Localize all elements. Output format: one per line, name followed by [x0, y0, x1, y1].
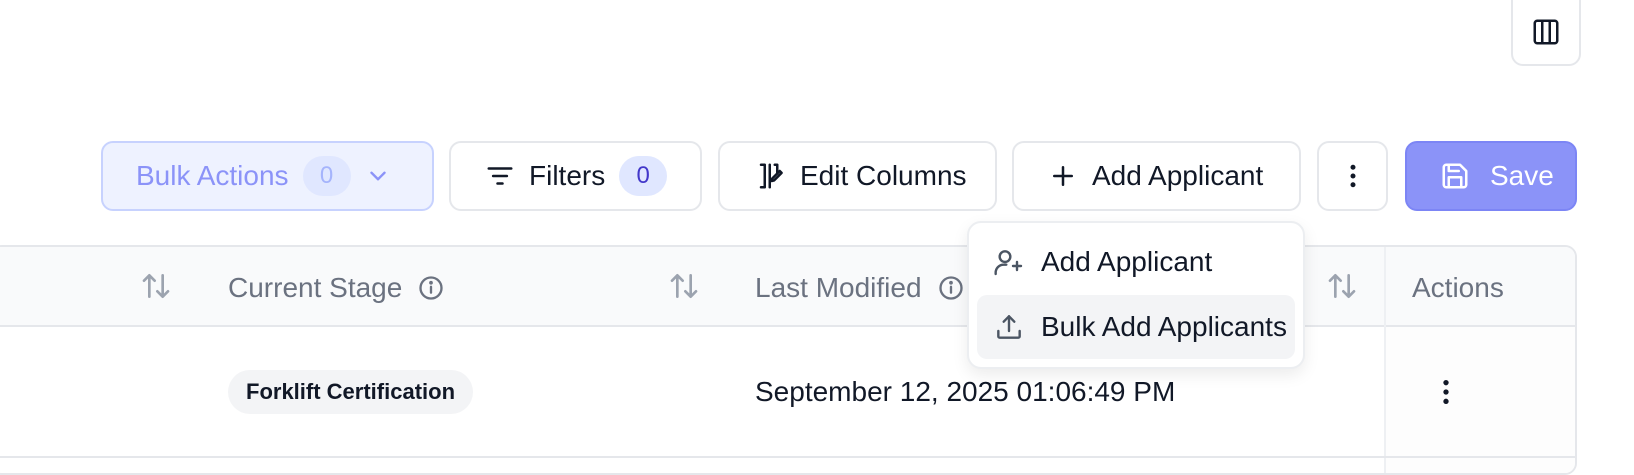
upload-icon	[993, 311, 1025, 343]
add-applicant-button[interactable]: Add Applicant	[1012, 141, 1301, 211]
plus-icon	[1048, 161, 1078, 191]
filters-label: Filters	[529, 160, 606, 191]
column-view-button[interactable]	[1511, 0, 1581, 66]
menu-item-label: Add Applicant	[1041, 246, 1213, 277]
bulk-actions-label: Bulk Actions	[136, 160, 289, 191]
bulk-actions-count-badge: 0	[302, 156, 351, 196]
chevron-down-icon	[365, 163, 391, 189]
more-options-button[interactable]	[1317, 141, 1388, 211]
sort-icon[interactable]	[668, 270, 700, 302]
columns-icon	[1531, 17, 1561, 47]
last-modified-cell: September 12, 2025 01:06:49 PM	[755, 376, 1176, 407]
filters-count-badge: 0	[619, 156, 668, 196]
save-icon	[1440, 161, 1470, 191]
info-icon[interactable]	[937, 274, 965, 302]
header-last-modified: Last Modified	[755, 272, 922, 303]
table-row-divider	[0, 456, 1575, 458]
header-current-stage: Current Stage	[228, 272, 403, 303]
info-icon[interactable]	[417, 274, 445, 302]
row-actions-button[interactable]	[1430, 376, 1462, 408]
filters-button[interactable]: Filters 0	[449, 141, 702, 211]
more-vertical-icon	[1338, 161, 1368, 191]
save-button[interactable]: Save	[1405, 141, 1577, 211]
bulk-actions-button[interactable]: Bulk Actions 0	[101, 141, 434, 211]
edit-columns-label: Edit Columns	[800, 160, 967, 191]
edit-columns-icon	[756, 161, 786, 191]
edit-columns-button[interactable]: Edit Columns	[718, 141, 997, 211]
sort-icon[interactable]	[140, 270, 172, 302]
add-applicant-label: Add Applicant	[1092, 160, 1264, 191]
add-applicant-dropdown-menu: Add Applicant Bulk Add Applicants	[967, 221, 1305, 369]
user-plus-icon	[993, 246, 1025, 278]
menu-item-bulk-add-applicants[interactable]: Bulk Add Applicants	[977, 295, 1295, 359]
filter-icon	[485, 161, 515, 191]
menu-item-label: Bulk Add Applicants	[1041, 311, 1287, 342]
stage-badge: Forklift Certification	[228, 370, 474, 414]
menu-item-add-applicant[interactable]: Add Applicant	[977, 231, 1295, 293]
actions-column-bg	[1386, 327, 1575, 473]
save-label: Save	[1490, 160, 1554, 191]
sort-icon[interactable]	[1326, 270, 1358, 302]
header-actions: Actions	[1412, 272, 1504, 303]
more-vertical-icon	[1430, 376, 1462, 408]
